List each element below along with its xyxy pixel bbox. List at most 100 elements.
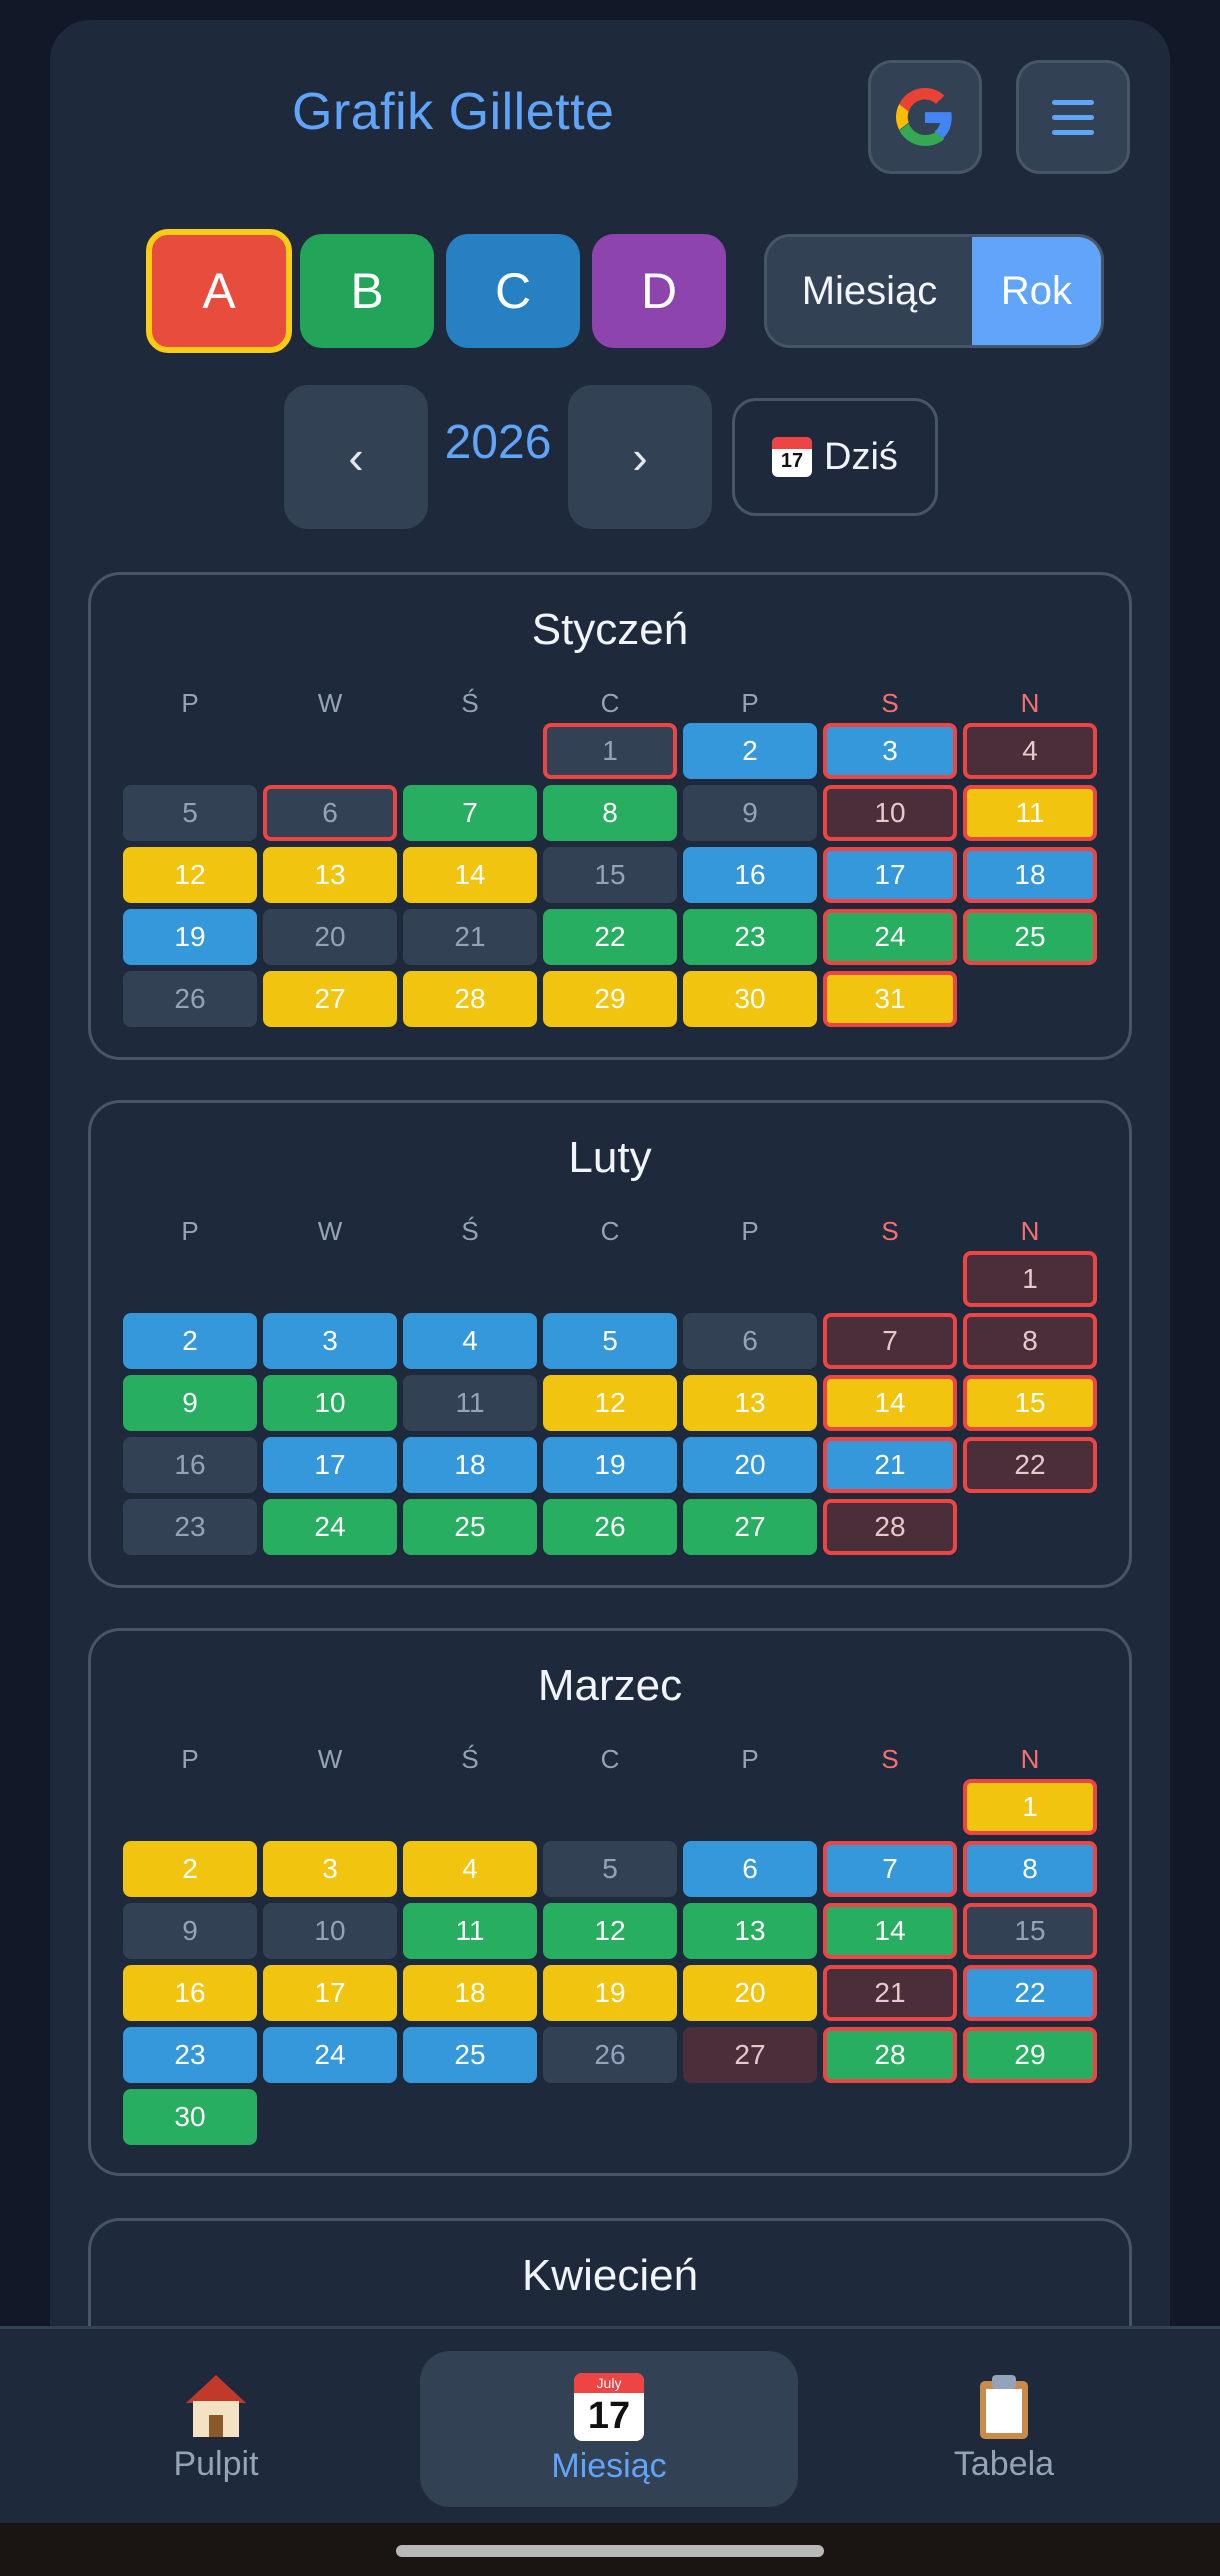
day-cell[interactable]: 19 xyxy=(123,909,257,965)
day-cell[interactable]: 14 xyxy=(403,847,537,903)
day-cell[interactable]: 10 xyxy=(263,1375,397,1431)
day-cell[interactable]: 5 xyxy=(543,1841,677,1897)
day-cell[interactable]: 18 xyxy=(403,1965,537,2021)
day-cell[interactable]: 8 xyxy=(543,785,677,841)
toggle-year-button[interactable]: Rok xyxy=(972,237,1101,345)
day-cell[interactable]: 25 xyxy=(963,909,1097,965)
day-cell[interactable]: 18 xyxy=(403,1437,537,1493)
day-cell[interactable]: 5 xyxy=(123,785,257,841)
google-sync-button[interactable] xyxy=(868,60,982,174)
day-cell[interactable]: 2 xyxy=(683,723,817,779)
day-cell[interactable]: 18 xyxy=(963,847,1097,903)
day-cell[interactable]: 6 xyxy=(263,785,397,841)
day-cell[interactable]: 1 xyxy=(963,1779,1097,1835)
tab-month[interactable]: July 17 Miesiąc xyxy=(420,2351,798,2507)
day-cell[interactable]: 1 xyxy=(963,1251,1097,1307)
day-cell[interactable]: 20 xyxy=(683,1965,817,2021)
day-cell[interactable]: 8 xyxy=(963,1313,1097,1369)
day-cell[interactable]: 20 xyxy=(683,1437,817,1493)
day-cell[interactable]: 24 xyxy=(823,909,957,965)
shift-c-button[interactable]: C xyxy=(446,234,580,348)
day-cell[interactable]: 15 xyxy=(963,1375,1097,1431)
day-cell[interactable]: 9 xyxy=(683,785,817,841)
day-cell[interactable]: 13 xyxy=(683,1903,817,1959)
day-cell[interactable]: 27 xyxy=(683,2027,817,2083)
day-cell[interactable]: 30 xyxy=(683,971,817,1027)
prev-year-button[interactable]: ‹ xyxy=(284,385,428,529)
day-cell[interactable]: 28 xyxy=(823,2027,957,2083)
day-cell[interactable]: 19 xyxy=(543,1965,677,2021)
day-cell[interactable]: 14 xyxy=(823,1903,957,1959)
day-cell[interactable]: 3 xyxy=(823,723,957,779)
day-cell[interactable]: 5 xyxy=(543,1313,677,1369)
menu-button[interactable] xyxy=(1016,60,1130,174)
day-cell[interactable]: 15 xyxy=(543,847,677,903)
day-cell[interactable]: 17 xyxy=(263,1965,397,2021)
day-cell[interactable]: 13 xyxy=(683,1375,817,1431)
day-cell[interactable]: 2 xyxy=(123,1841,257,1897)
day-cell[interactable]: 27 xyxy=(683,1499,817,1555)
next-year-button[interactable]: › xyxy=(568,385,712,529)
day-cell[interactable]: 4 xyxy=(963,723,1097,779)
shift-d-button[interactable]: D xyxy=(592,234,726,348)
day-cell[interactable]: 16 xyxy=(123,1437,257,1493)
day-cell[interactable]: 29 xyxy=(543,971,677,1027)
day-cell[interactable]: 10 xyxy=(263,1903,397,1959)
home-indicator[interactable] xyxy=(396,2545,824,2557)
tab-dashboard[interactable]: Pulpit xyxy=(27,2351,405,2507)
day-cell[interactable]: 16 xyxy=(123,1965,257,2021)
day-cell[interactable]: 6 xyxy=(683,1841,817,1897)
toggle-month-button[interactable]: Miesiąc xyxy=(767,237,972,345)
day-cell[interactable]: 9 xyxy=(123,1903,257,1959)
day-cell[interactable]: 14 xyxy=(823,1375,957,1431)
day-cell[interactable]: 23 xyxy=(683,909,817,965)
day-cell[interactable]: 23 xyxy=(123,2027,257,2083)
tab-table[interactable]: Tabela xyxy=(815,2351,1193,2507)
day-cell[interactable]: 9 xyxy=(123,1375,257,1431)
day-cell[interactable]: 26 xyxy=(543,1499,677,1555)
day-cell[interactable]: 16 xyxy=(683,847,817,903)
day-cell[interactable]: 25 xyxy=(403,2027,537,2083)
day-cell[interactable]: 25 xyxy=(403,1499,537,1555)
day-cell[interactable]: 11 xyxy=(403,1375,537,1431)
day-cell[interactable]: 7 xyxy=(823,1313,957,1369)
day-cell[interactable]: 1 xyxy=(543,723,677,779)
day-cell[interactable]: 31 xyxy=(823,971,957,1027)
day-cell[interactable]: 19 xyxy=(543,1437,677,1493)
day-cell[interactable]: 23 xyxy=(123,1499,257,1555)
day-cell[interactable]: 22 xyxy=(543,909,677,965)
day-cell[interactable]: 7 xyxy=(403,785,537,841)
day-cell[interactable]: 10 xyxy=(823,785,957,841)
day-cell[interactable]: 17 xyxy=(263,1437,397,1493)
day-cell[interactable]: 11 xyxy=(403,1903,537,1959)
day-cell[interactable]: 22 xyxy=(963,1965,1097,2021)
day-cell[interactable]: 6 xyxy=(683,1313,817,1369)
day-cell[interactable]: 27 xyxy=(263,971,397,1027)
day-cell[interactable]: 12 xyxy=(543,1903,677,1959)
day-cell[interactable]: 21 xyxy=(403,909,537,965)
day-cell[interactable]: 13 xyxy=(263,847,397,903)
day-cell[interactable]: 26 xyxy=(123,971,257,1027)
day-cell[interactable]: 17 xyxy=(823,847,957,903)
day-cell[interactable]: 4 xyxy=(403,1313,537,1369)
day-cell[interactable]: 4 xyxy=(403,1841,537,1897)
day-cell[interactable]: 11 xyxy=(963,785,1097,841)
day-cell[interactable]: 15 xyxy=(963,1903,1097,1959)
day-cell[interactable]: 24 xyxy=(263,2027,397,2083)
day-cell[interactable]: 12 xyxy=(123,847,257,903)
day-cell[interactable]: 29 xyxy=(963,2027,1097,2083)
day-cell[interactable]: 22 xyxy=(963,1437,1097,1493)
day-cell[interactable]: 30 xyxy=(123,2089,257,2145)
day-cell[interactable]: 28 xyxy=(823,1499,957,1555)
day-cell[interactable]: 3 xyxy=(263,1313,397,1369)
shift-a-button[interactable]: A xyxy=(146,229,292,353)
today-button[interactable]: Dziś xyxy=(732,398,938,516)
day-cell[interactable]: 8 xyxy=(963,1841,1097,1897)
day-cell[interactable]: 28 xyxy=(403,971,537,1027)
day-cell[interactable]: 2 xyxy=(123,1313,257,1369)
day-cell[interactable]: 7 xyxy=(823,1841,957,1897)
day-cell[interactable]: 24 xyxy=(263,1499,397,1555)
day-cell[interactable]: 21 xyxy=(823,1437,957,1493)
shift-b-button[interactable]: B xyxy=(300,234,434,348)
day-cell[interactable]: 12 xyxy=(543,1375,677,1431)
